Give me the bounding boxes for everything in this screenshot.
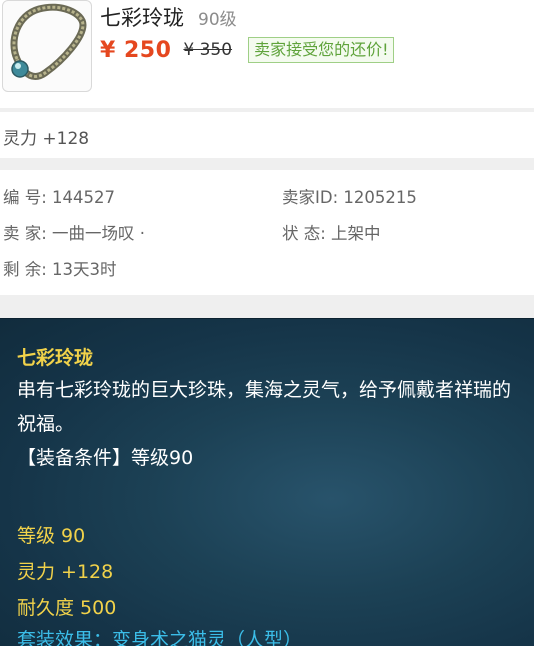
price-row: ¥ 250 ¥ 350 卖家接受您的还价! (100, 36, 395, 64)
description-text: 串有七彩玲珑的巨大珍珠，集海之灵气，给予佩戴者祥瑞的祝福。 (17, 379, 512, 435)
attribute-text: 灵力 +128 (3, 129, 90, 149)
item-description-panel: 七彩玲珑 串有七彩玲珑的巨大珍珠，集海之灵气，给予佩戴者祥瑞的祝福。 【装备条件… (0, 318, 534, 646)
equip-condition: 【装备条件】等级90 (17, 447, 194, 469)
stat-durability: 耐久度 500 (17, 597, 117, 619)
time-remaining: 剩 余: 13天3时 (3, 260, 117, 279)
set-effect: 套装效果：变身术之猫灵（人型） (17, 629, 303, 646)
divider (0, 158, 534, 170)
trade-info: 编 号: 144527 卖家ID: 1205215 卖 家: 一曲一场叹 · 状… (0, 170, 534, 295)
item-level: 90级 (198, 10, 237, 30)
divider (0, 295, 534, 318)
stat-level: 等级 90 (17, 525, 86, 547)
bargain-accepted-badge: 卖家接受您的还价! (248, 37, 395, 63)
title-row: 七彩玲珑 90级 (100, 2, 237, 32)
description-title: 七彩玲珑 (17, 347, 94, 369)
stat-spirit: 灵力 +128 (17, 561, 114, 583)
original-price: ¥ 350 (183, 40, 233, 60)
seller-name[interactable]: 卖 家: 一曲一场叹 · (3, 220, 145, 244)
seller-id: 卖家ID: 1205215 (282, 188, 417, 207)
item-header: 七彩玲珑 90级 ¥ 250 ¥ 350 卖家接受您的还价! (0, 0, 534, 108)
item-name: 七彩玲珑 (100, 6, 184, 30)
listing-status: 状 态: 上架中 (282, 224, 381, 243)
item-number: 编 号: 144527 (3, 188, 116, 207)
attribute-row: 灵力 +128 (0, 112, 534, 158)
current-price: ¥ 250 (100, 37, 172, 63)
necklace-icon[interactable] (2, 0, 92, 92)
